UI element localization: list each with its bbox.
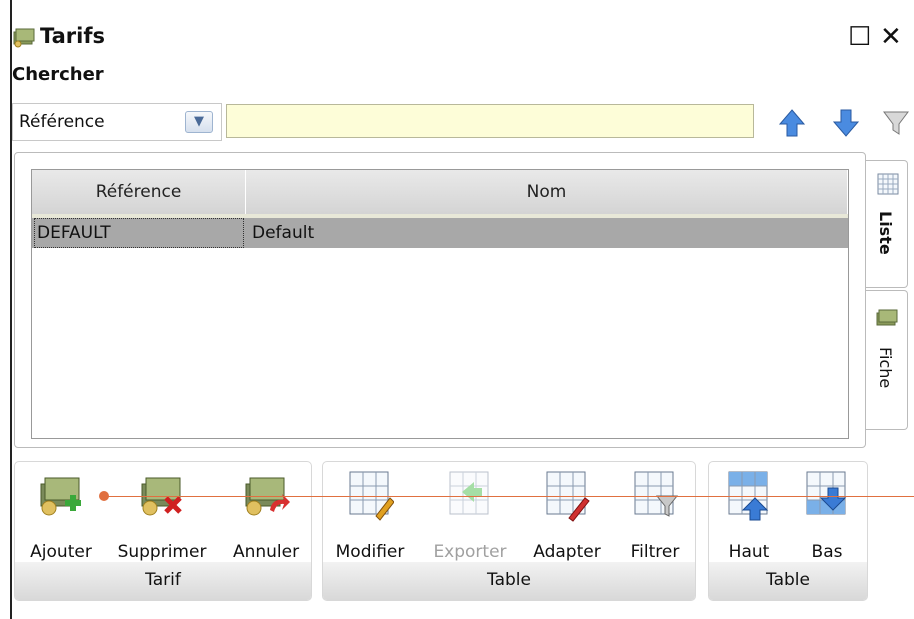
table-row[interactable]: DEFAULT Default [32,218,848,248]
add-money-icon [40,477,81,516]
chevron-down-icon[interactable]: ▼ [185,111,213,133]
modify-button-label: Modifier [335,542,405,562]
money-stack-icon [13,28,35,48]
annotation-line [104,496,914,497]
filter-button[interactable]: Filtrer [617,470,693,562]
cancel-button[interactable]: Annuler [223,470,309,562]
cell-nom: Default [252,223,315,243]
adapt-button[interactable]: Adapter [523,470,611,562]
window-title: Tarifs [40,24,105,48]
delete-button[interactable]: Supprimer [111,470,213,562]
search-label: Chercher [12,64,104,85]
move-up-button-label: Haut [728,542,770,562]
grid-icon [877,173,899,195]
cell-reference: DEFAULT [34,218,244,248]
tariff-table: Référence Nom DEFAULT Default [31,169,849,439]
toolbar-group-table-nav: Haut Bas Table [708,461,868,601]
move-up-button[interactable]: Haut [713,470,785,562]
arrow-down-icon[interactable] [832,108,860,138]
add-button[interactable]: Ajouter [21,470,101,562]
tab-fiche-label: Fiche [876,347,895,389]
funnel-icon[interactable] [882,108,910,138]
toolbar-group-tarif: Ajouter Supprimer Annuler Tarif [14,461,312,601]
tab-liste-label: Liste [876,211,895,255]
annotation-dot [99,491,109,501]
modify-button[interactable]: Modifier [327,470,413,562]
form-icon [876,309,898,326]
title-bar: Tarifs ☐ ✕ [10,18,914,62]
close-icon[interactable]: ✕ [880,22,902,52]
maximize-icon[interactable]: ☐ [848,22,871,52]
search-input[interactable] [226,104,754,138]
adapt-button-label: Adapter [533,542,601,562]
list-panel: Référence Nom DEFAULT Default [14,152,866,448]
export-button-label: Exporter [433,542,507,562]
delete-button-label: Supprimer [117,542,207,562]
add-button-label: Ajouter [30,542,92,562]
search-field-select[interactable]: Référence ▼ [12,103,222,141]
group-label-table: Table [323,562,695,600]
toolbar-group-table: Modifier Exporter Adapter Filtrer Table [322,461,696,601]
move-down-button-label: Bas [811,542,843,562]
filter-button-label: Filtrer [630,542,680,562]
move-down-button[interactable]: Bas [791,470,863,562]
search-field-value: Référence [19,112,105,132]
cancel-button-label: Annuler [232,542,300,562]
tab-fiche[interactable]: Fiche [866,290,908,430]
group-label-table-nav: Table [709,562,867,600]
group-label-tarif: Tarif [15,562,311,600]
arrow-up-icon[interactable] [778,108,806,138]
tab-liste[interactable]: Liste [866,160,908,288]
export-button[interactable]: Exporter [423,470,517,562]
column-header-nom[interactable]: Nom [246,170,848,214]
column-header-reference[interactable]: Référence [32,170,246,214]
